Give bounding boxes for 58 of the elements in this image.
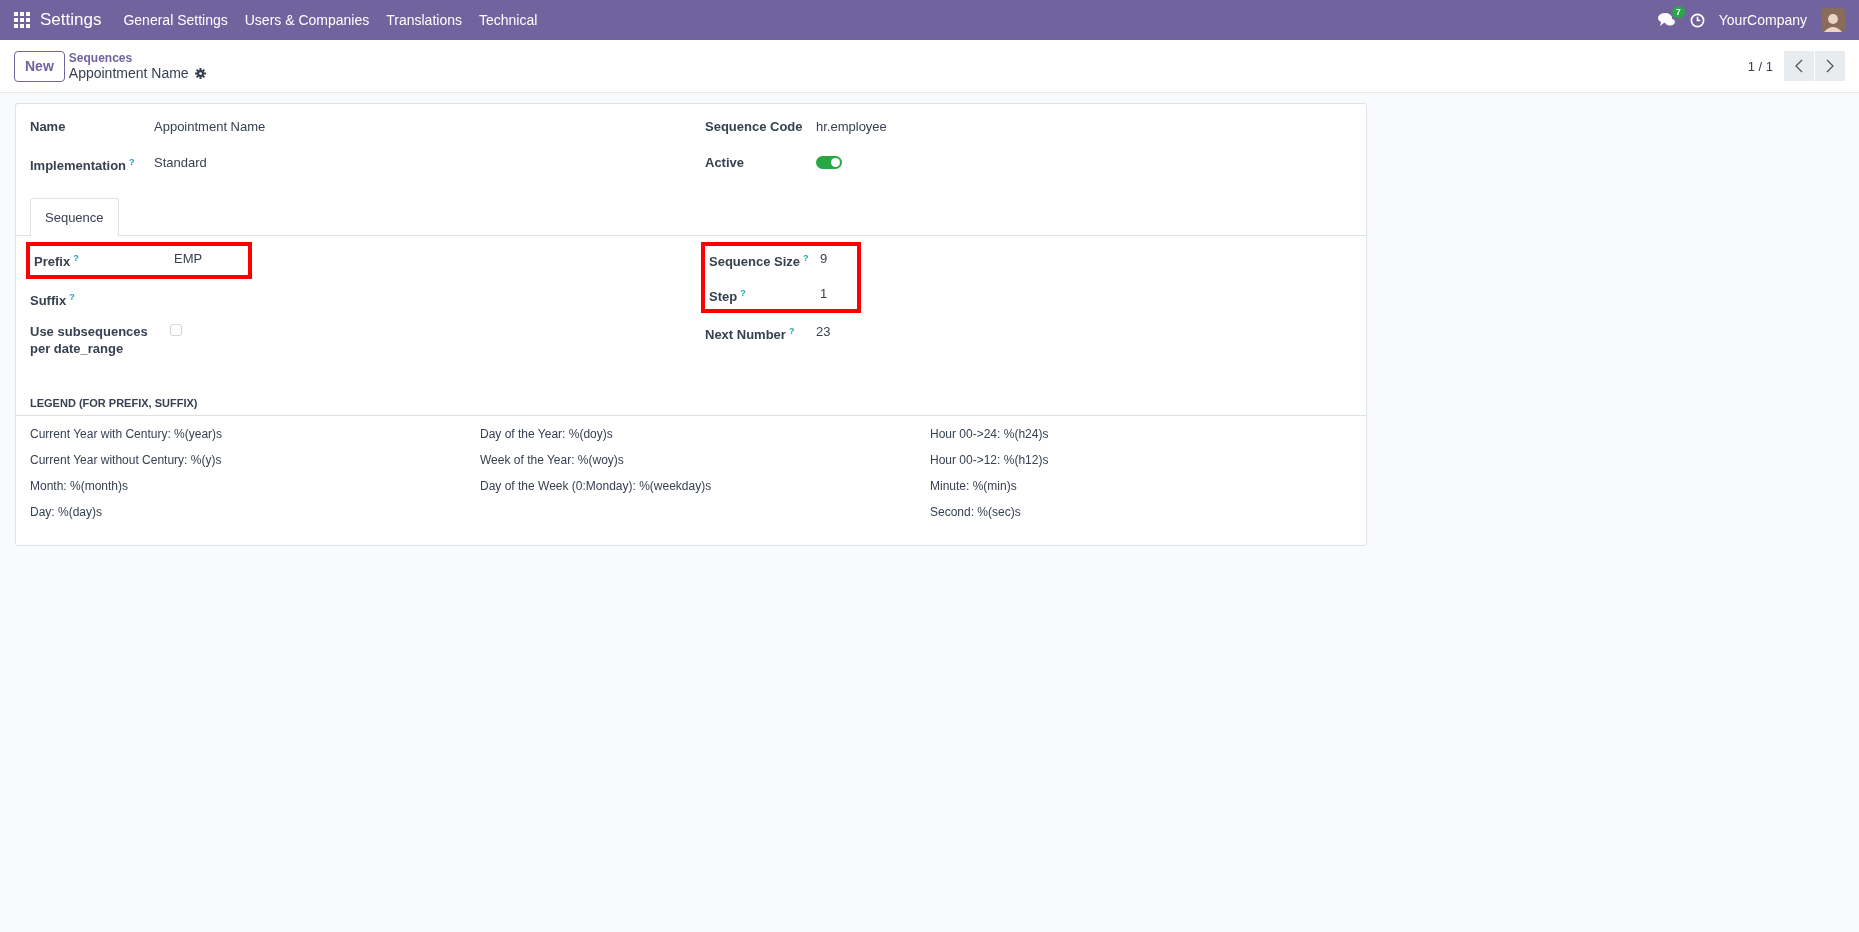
tab[interactable]: Sequence: [30, 198, 119, 237]
field-label: Suffix $^{?}$: [30, 290, 76, 309]
field-value[interactable]: Appointment Name: [154, 116, 266, 134]
help-mark: ?: [788, 326, 795, 336]
field-value[interactable]: 1: [820, 282, 828, 301]
field-label: Implementation $^{?}$: [30, 156, 136, 175]
chevron-right-icon: [1826, 59, 1834, 73]
legend-item: Minute: %(min)s: [930, 478, 1018, 495]
menu-item[interactable]: Technical: [479, 12, 538, 28]
legend-item: Current Year with Century: %(year)s: [30, 426, 224, 443]
field-value[interactable]: Standard: [154, 152, 207, 170]
apps-grid-icon[interactable]: [14, 12, 30, 28]
company-name[interactable]: YourCompany: [1718, 12, 1807, 28]
legend-item: Hour 00->24: %(h24)s: [930, 426, 1050, 443]
checkbox[interactable]: [170, 324, 182, 336]
clock-icon[interactable]: [1689, 12, 1705, 28]
previous-button[interactable]: [1784, 51, 1814, 81]
field-value[interactable]: 9: [820, 248, 828, 267]
legend-item: Week of the Year: %(woy)s: [480, 452, 625, 469]
legend-item: Current Year without Century: %(y)s: [30, 452, 223, 469]
help-mark: ?: [129, 157, 135, 167]
legend-item: Second: %(sec)s: [930, 504, 1022, 521]
new-button[interactable]: New: [14, 50, 65, 82]
field-label: Prefix $^{?}$: [34, 252, 80, 271]
field-value[interactable]: 23: [816, 321, 831, 339]
menu-item[interactable]: Translations: [386, 12, 462, 28]
legend-item: Day: %(day)s: [30, 504, 104, 521]
legend-item: Hour 00->12: %(h12)s: [930, 452, 1050, 469]
field-label: Name: [30, 118, 67, 135]
help-mark: ?: [740, 287, 746, 298]
menu-item[interactable]: Users & Companies: [244, 12, 370, 28]
user-avatar[interactable]: [1821, 8, 1845, 32]
next-button[interactable]: [1815, 51, 1845, 81]
field-label: Active: [705, 154, 746, 171]
field-label: Step $^{?}$: [709, 286, 747, 305]
legend-item: Day of the Week (0:Monday): %(weekday)s: [480, 478, 713, 495]
help-mark: ?: [803, 253, 809, 264]
field-label: Next Number $^{?}$: [705, 325, 796, 344]
chat-icon[interactable]: [1657, 12, 1676, 28]
field-label: Sequence Size $^{?}$: [709, 252, 810, 271]
pager-counter: 1 / 1: [1747, 58, 1773, 74]
help-mark: ?: [73, 253, 79, 264]
record-title: Appointment Name: [68, 65, 189, 81]
field-label: Sequence Code: [705, 118, 804, 135]
toggle-switch[interactable]: [816, 156, 842, 169]
breadcrumb-link[interactable]: Sequences: [68, 51, 206, 65]
gear-icon[interactable]: [194, 67, 206, 79]
field-value[interactable]: hr.employee: [816, 116, 887, 134]
chevron-left-icon: [1795, 59, 1803, 73]
field-value[interactable]: EMP: [174, 248, 203, 267]
legend-heading: LEGEND (FOR PREFIX, SUFFIX): [16, 397, 1366, 416]
menu-item[interactable]: General Settings: [123, 12, 228, 28]
field-label: Use subsequences per date_range: [30, 323, 149, 357]
message-count-badge: 7: [1671, 6, 1685, 18]
help-mark: ?: [69, 291, 75, 302]
app-title[interactable]: Settings: [40, 10, 102, 30]
legend-item: Month: %(month)s: [30, 478, 130, 495]
legend-item: Day of the Year: %(doy)s: [480, 426, 614, 443]
